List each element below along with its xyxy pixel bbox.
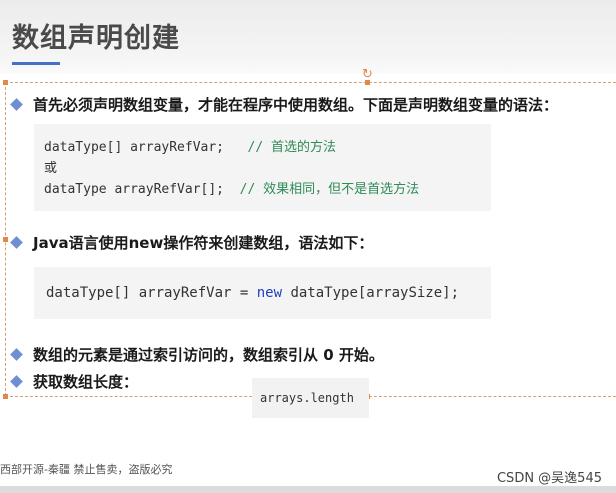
- resize-handle-bottom-left[interactable]: [3, 394, 8, 399]
- code-block-create: dataType[] arrayRefVar = new dataType[ar…: [34, 267, 491, 319]
- bullet-item-1: 首先必须声明数组变量，才能在程序中使用数组。下面是声明数组变量的语法：: [10, 94, 559, 115]
- diamond-bullet-icon: [10, 348, 23, 361]
- code-block-length: arrays.length: [252, 378, 369, 418]
- code-line: arrays.length: [260, 391, 354, 405]
- code-text: dataType arrayRefVar[];: [44, 182, 240, 197]
- code-line-1: dataType[] arrayRefVar; // 首选的方法: [44, 137, 419, 158]
- resize-handle-middle-left[interactable]: [3, 237, 8, 242]
- bullet-text: 首先必须声明数组变量，才能在程序中使用数组。下面是声明数组变量的语法：: [33, 96, 559, 114]
- selection-border-top: [5, 82, 616, 83]
- bullet-item-3: 数组的元素是通过索引访问的，数组索引从 0 开始。: [10, 344, 384, 365]
- code-line-2: 或: [44, 161, 58, 176]
- code-keyword: new: [256, 285, 283, 301]
- diamond-bullet-icon: [10, 98, 23, 111]
- bullet-text: Java语言使用new操作符来创建数组，语法如下：: [33, 234, 374, 252]
- code-text: dataType[] arrayRefVar =: [46, 285, 257, 301]
- diamond-bullet-icon: [10, 236, 23, 249]
- slide-title: 数组声明创建: [12, 23, 180, 54]
- rotate-handle-icon[interactable]: ↻: [362, 67, 373, 82]
- resize-handle-top-left[interactable]: [3, 80, 8, 85]
- code-line-3: dataType arrayRefVar[]; // 效果相同，但不是首选方法: [44, 179, 419, 200]
- bullet-text: 获取数组长度：: [33, 373, 139, 391]
- bottom-bar: [0, 486, 616, 493]
- footer-copyright: 西部开源-秦疆 禁止售卖，盗版必究: [0, 463, 173, 476]
- code-comment: // 首选的方法: [247, 140, 336, 155]
- code-text: dataType[arraySize];: [282, 285, 460, 301]
- title-underline: [12, 62, 60, 65]
- code-text: dataType[] arrayRefVar;: [44, 140, 248, 155]
- bullet-text: 数组的元素是通过索引访问的，数组索引从 0 开始。: [33, 346, 384, 364]
- bullet-item-2: Java语言使用new操作符来创建数组，语法如下：: [10, 232, 374, 253]
- code-line: dataType[] arrayRefVar = new dataType[ar…: [46, 283, 459, 304]
- bullet-item-4: 获取数组长度：: [10, 371, 139, 392]
- csdn-watermark: CSDN @吴逸545: [496, 471, 602, 486]
- diamond-bullet-icon: [10, 375, 23, 388]
- slide-header: 数组声明创建: [0, 0, 616, 74]
- code-comment: // 效果相同，但不是首选方法: [239, 182, 420, 197]
- code-block-declaration: dataType[] arrayRefVar; // 首选的方法 或 dataT…: [34, 124, 491, 211]
